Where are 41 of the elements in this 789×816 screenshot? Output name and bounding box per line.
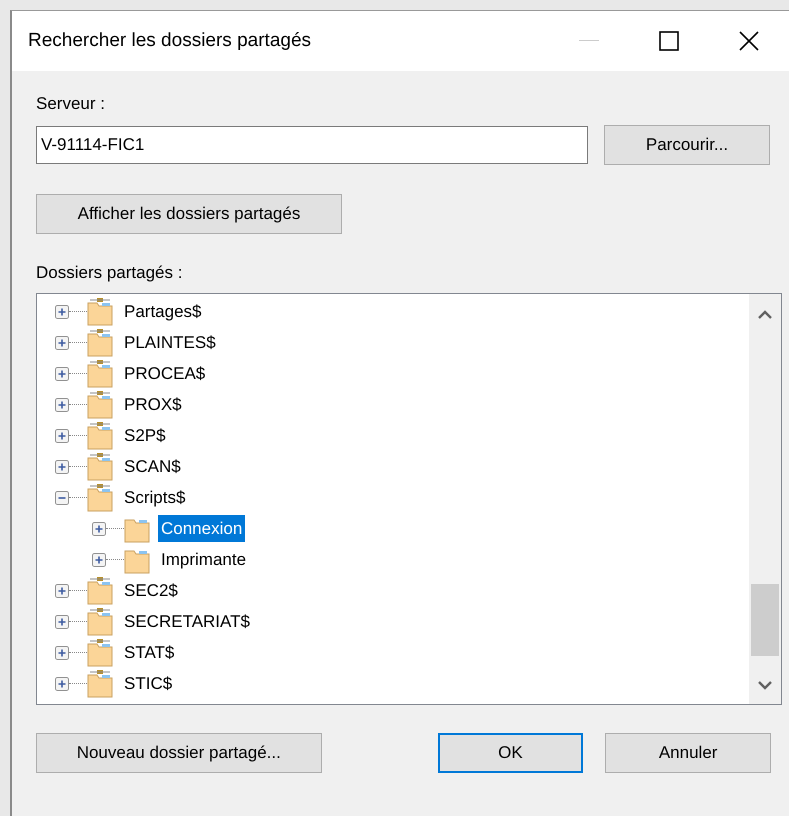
expand-icon[interactable] (55, 336, 69, 350)
folder-item[interactable]: STIC$ (121, 670, 176, 698)
expand-icon[interactable] (92, 552, 106, 566)
expand-icon[interactable] (55, 584, 69, 598)
expand-icon[interactable] (92, 522, 106, 536)
scroll-down-icon[interactable] (758, 681, 772, 690)
folder-item[interactable]: Imprimante (158, 546, 250, 574)
folder-item[interactable]: PLAINTES$ (121, 328, 219, 356)
folder-item[interactable]: STAT$ (121, 638, 178, 666)
folder-item[interactable]: Connexion (158, 514, 246, 542)
scroll-thumb[interactable] (751, 584, 779, 656)
expand-icon[interactable] (55, 398, 69, 412)
folder-item[interactable]: Partages$ (121, 298, 204, 326)
expand-icon[interactable] (55, 614, 69, 628)
folder-item[interactable]: SCAN$ (121, 452, 184, 480)
expand-icon[interactable] (55, 304, 69, 318)
scroll-up-icon[interactable] (758, 310, 772, 319)
scrollbar[interactable] (749, 294, 781, 704)
server-label: Serveur : (36, 93, 105, 115)
shares-label: Dossiers partagés : (36, 262, 182, 284)
expand-icon[interactable] (55, 460, 69, 474)
collapse-icon[interactable] (55, 490, 69, 504)
folder-item[interactable]: S2P$ (121, 422, 169, 450)
folder-item[interactable]: Scripts$ (121, 484, 188, 512)
folder-item[interactable]: SECRETARIAT$ (121, 608, 253, 636)
expand-icon[interactable] (55, 676, 69, 690)
expand-icon[interactable] (55, 366, 69, 380)
server-field[interactable]: V-91114-FIC1 (36, 126, 588, 164)
maximize-icon[interactable] (659, 31, 679, 51)
folder-item[interactable]: PROCEA$ (121, 360, 208, 388)
expand-icon[interactable] (55, 646, 69, 660)
window-title: Rechercher les dossiers partagés (28, 28, 312, 53)
dialog-button[interactable]: Annuler (605, 733, 772, 773)
show-shares-button[interactable]: Afficher les dossiers partagés (36, 194, 342, 234)
expand-icon[interactable] (55, 428, 69, 442)
folder-item[interactable]: SEC2$ (121, 576, 181, 604)
browse-button[interactable]: Parcourir... (604, 124, 770, 164)
close-icon[interactable] (739, 31, 759, 51)
dialog-button[interactable]: Nouveau dossier partagé... (36, 733, 322, 773)
folder-item[interactable]: PROX$ (121, 390, 185, 418)
dialog-button[interactable]: OK (438, 733, 584, 773)
